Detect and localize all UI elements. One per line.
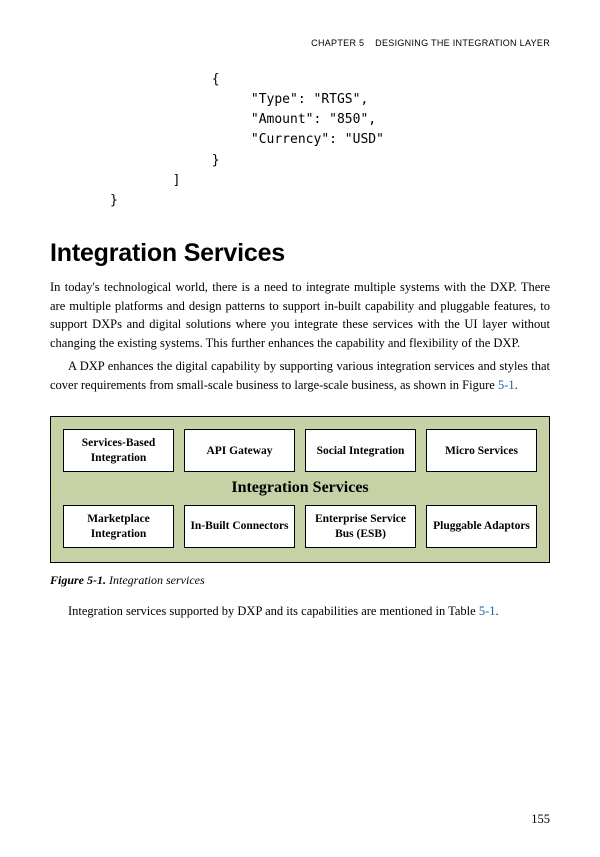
chapter-title: DESIGNING THE INTEGRATION LAYER bbox=[375, 38, 550, 48]
figure-cell: Marketplace Integration bbox=[63, 505, 174, 548]
figure-5-1: Services-Based Integration API Gateway S… bbox=[50, 416, 550, 563]
page-number: 155 bbox=[531, 812, 550, 827]
caption-text: Integration services bbox=[106, 573, 205, 587]
body-paragraph: Integration services supported by DXP an… bbox=[50, 602, 550, 621]
running-header: CHAPTER 5 DESIGNING THE INTEGRATION LAYE… bbox=[50, 38, 550, 48]
figure-cell: In-Built Connectors bbox=[184, 505, 295, 548]
figure-center-title: Integration Services bbox=[63, 479, 537, 497]
body-paragraph: A DXP enhances the digital capability by… bbox=[50, 357, 550, 395]
figure-cell: Micro Services bbox=[426, 429, 537, 472]
figure-row-top: Services-Based Integration API Gateway S… bbox=[63, 429, 537, 472]
code-snippet: { "Type": "RTGS", "Amount": "850", "Curr… bbox=[110, 70, 550, 211]
section-heading: Integration Services bbox=[50, 239, 550, 268]
body-paragraph: In today's technological world, there is… bbox=[50, 278, 550, 353]
chapter-label: CHAPTER 5 bbox=[311, 38, 364, 48]
figure-row-bottom: Marketplace Integration In-Built Connect… bbox=[63, 505, 537, 548]
figure-reference-link[interactable]: 5-1 bbox=[498, 378, 515, 392]
figure-cell: API Gateway bbox=[184, 429, 295, 472]
para-text: A DXP enhances the digital capability by… bbox=[50, 359, 550, 392]
figure-cell: Services-Based Integration bbox=[63, 429, 174, 472]
para-text: . bbox=[496, 604, 499, 618]
caption-label: Figure 5-1. bbox=[50, 573, 106, 587]
figure-cell: Pluggable Adaptors bbox=[426, 505, 537, 548]
figure-cell: Social Integration bbox=[305, 429, 416, 472]
figure-cell: Enterprise Service Bus (ESB) bbox=[305, 505, 416, 548]
para-text: Integration services supported by DXP an… bbox=[68, 604, 479, 618]
para-text: . bbox=[515, 378, 518, 392]
table-reference-link[interactable]: 5-1 bbox=[479, 604, 496, 618]
figure-caption: Figure 5-1. Integration services bbox=[50, 573, 550, 588]
